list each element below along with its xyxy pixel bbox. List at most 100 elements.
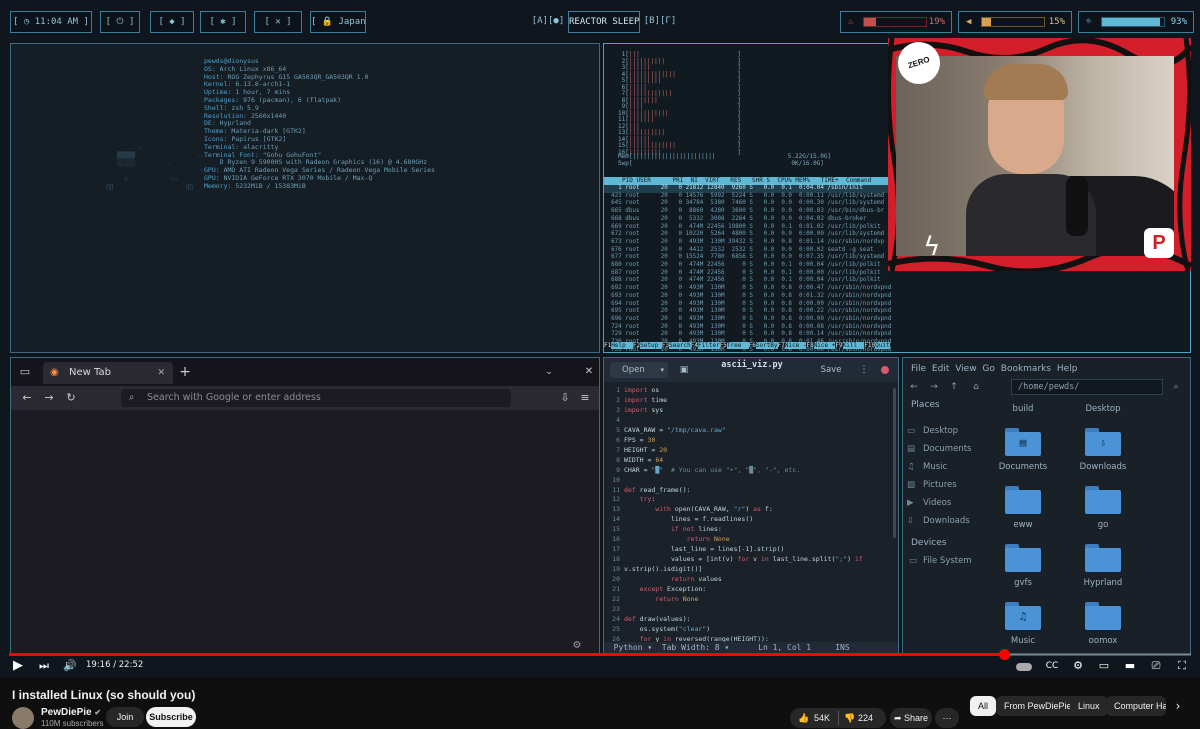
new-document-icon[interactable]: ▣ (676, 362, 692, 378)
code-line[interactable]: import time (624, 396, 896, 406)
firefox-window[interactable]: ▭ ◉ New Tab ✕ + ⌄ ✕ ← → ↻ ⌕ Search with … (10, 357, 600, 655)
gear-icon[interactable]: ⚙ (569, 638, 585, 654)
like-count[interactable]: 54K (814, 708, 830, 728)
code-line[interactable] (624, 476, 896, 486)
chip-1[interactable]: From PewDiePie (996, 696, 1080, 716)
place-item[interactable]: ▶ Videos (903, 494, 981, 512)
device-item[interactable]: ▭ File System (903, 552, 981, 570)
fullscreen-icon[interactable]: ⛶ (1174, 658, 1190, 674)
code-line[interactable]: CHAR = "█" # You can use "•", "█", "-", … (624, 466, 896, 476)
more-actions-button[interactable]: ··· (935, 708, 959, 728)
code-line[interactable]: with open(CAVA_RAW, "r") as f: (624, 505, 896, 515)
up-icon[interactable]: ↑ (947, 379, 961, 395)
tab-overview-icon[interactable]: ▭ (17, 364, 33, 380)
clock-widget[interactable]: [ ◷ 11:04 AM ] (10, 11, 92, 33)
tab-new-tab[interactable]: ◉ New Tab ✕ (43, 362, 173, 384)
process-row[interactable]: 695 root 20 0 493M 130M 0 S 0.0 0.8 0:00… (604, 308, 1190, 316)
code-line[interactable]: values = [int(v) for v in last_line.spli… (624, 555, 896, 565)
chevron-right-icon[interactable]: › (1170, 698, 1186, 714)
code-line[interactable]: if not lines: (624, 525, 896, 535)
home-icon[interactable]: ⌂ (969, 379, 983, 395)
process-row[interactable]: 724 root 20 0 493M 130M 0 S 0.0 0.8 0:00… (604, 324, 1190, 332)
reactor-sleep-button[interactable]: REACTOR SLEEP (568, 11, 640, 33)
wifi-icon[interactable]: [ ◆ ] (150, 11, 194, 33)
back-icon[interactable]: ← (19, 390, 35, 406)
like-icon[interactable]: 👍 (798, 708, 809, 728)
code-line[interactable] (624, 416, 896, 426)
close-window-icon[interactable]: ✕ (581, 364, 597, 380)
volume-icon[interactable]: 🔊 (62, 658, 78, 674)
video-frame[interactable]: [ ◷ 11:04 AM ] [ ⏻ ] [ ◆ ] [ ✱ ] [ ✕ ] [… (0, 0, 1200, 677)
file-manager-menubar[interactable]: File Edit View Go Bookmarks Help (903, 361, 1190, 377)
place-item[interactable]: ⇩ Downloads (903, 512, 981, 530)
place-item[interactable]: ▭ Desktop (903, 422, 981, 440)
theater-icon[interactable]: ▬ (1122, 658, 1138, 674)
join-button[interactable]: Join (106, 707, 144, 727)
kebab-menu-icon[interactable]: ⋮ (856, 362, 872, 378)
place-item[interactable]: ♫ Music (903, 458, 981, 476)
extensions-icon[interactable]: ⇩ (557, 390, 573, 406)
text-editor-window[interactable]: Open ▾ ▣ ascii_viz.py Save ⋮ 1 2 3 4 5 6 7 8 9 10 1… (603, 357, 899, 655)
code-area[interactable]: import os import time import sys CAVA_RAW … (624, 386, 896, 654)
save-button[interactable]: Save (814, 362, 848, 378)
process-row[interactable]: 729 root 20 0 493M 130M 0 S 0.0 0.8 0:00… (604, 331, 1190, 339)
address-bar[interactable]: ⌕ Search with Google or enter address (121, 389, 511, 407)
code-line[interactable]: return None (624, 595, 896, 605)
code-line[interactable]: return None (624, 535, 896, 545)
function-key[interactable]: F10Quit (864, 342, 890, 349)
share-button[interactable]: ➦ Share (890, 708, 932, 728)
code-line[interactable]: import sys (624, 406, 896, 416)
htop-function-keys[interactable]: F1Help F2Setup F3SearchF4FilterF5Tree F6… (604, 342, 1190, 350)
code-line[interactable]: FPS = 30 (624, 436, 896, 446)
place-item[interactable]: ▤ Documents (903, 440, 981, 458)
code-line[interactable]: CAVA_RAW = "/tmp/cava.raw" (624, 426, 896, 436)
forward-icon[interactable]: → (927, 379, 941, 395)
function-key[interactable]: F6SortBy (749, 342, 778, 349)
code-line[interactable]: os.system("clear") (624, 625, 896, 635)
terminal-neofetch[interactable]: . ∴ . ▒▒▒▒▒ .. ░░░░░ .. ∵ ∷ ∵∴ ∏∏ ∏∏ pew… (10, 43, 600, 353)
code-line[interactable]: v.strip().isdigit()] (624, 565, 896, 575)
function-key[interactable]: F8Nice + (806, 342, 836, 349)
process-row[interactable]: 692 root 20 0 493M 130M 0 S 0.0 0.8 0:00… (604, 285, 1190, 293)
code-line[interactable]: import os (624, 386, 896, 396)
editor-scrollbar[interactable] (893, 388, 896, 538)
process-row[interactable]: 694 root 20 0 493M 130M 0 S 0.0 0.8 0:00… (604, 301, 1190, 309)
function-key[interactable]: F1Help (604, 342, 633, 349)
code-line[interactable]: HEIGHT = 20 (624, 446, 896, 456)
code-line[interactable]: except Exception: (624, 585, 896, 595)
volume-meter[interactable]: ◀ 15% (958, 11, 1072, 33)
cast-icon[interactable]: ⎚ (1148, 658, 1164, 674)
dislike-icon[interactable]: 👎 (844, 708, 855, 728)
process-row[interactable]: 693 root 20 0 493M 130M 0 S 0.0 0.8 0:01… (604, 293, 1190, 301)
mic-muted-icon[interactable]: [ ✕ ] (254, 11, 302, 33)
channel-name[interactable]: PewDiePie ✔ (41, 707, 101, 718)
subscribe-button[interactable]: Subscribe (146, 707, 196, 727)
code-line[interactable] (624, 605, 896, 615)
code-line[interactable]: def draw(values): (624, 615, 896, 625)
code-line[interactable]: try: (624, 495, 896, 505)
function-key[interactable]: F3Search (662, 342, 691, 349)
open-button[interactable]: Open ▾ (610, 362, 668, 378)
chip-2[interactable]: Linux (1070, 696, 1108, 716)
code-line[interactable]: def read_frame(): (624, 486, 896, 496)
place-item[interactable]: ▧ Pictures (903, 476, 981, 494)
play-icon[interactable]: ▶ (10, 658, 26, 674)
search-icon[interactable]: ⌕ (1169, 379, 1183, 395)
code-line[interactable]: WIDTH = 64 (624, 456, 896, 466)
process-row[interactable]: 696 root 20 0 493M 130M 0 S 0.0 0.8 0:00… (604, 316, 1190, 324)
location-bar[interactable]: /home/pewds/ (1011, 379, 1163, 395)
code-line[interactable]: last_line = lines[-1].strip() (624, 545, 896, 555)
next-icon[interactable]: ⏭ (36, 658, 52, 674)
forward-icon[interactable]: → (41, 390, 57, 406)
workspace-left[interactable]: [A][●] (530, 11, 566, 33)
file-manager-window[interactable]: File Edit View Go Bookmarks Help ← → ↑ ⌂… (902, 357, 1191, 655)
close-icon[interactable] (881, 366, 889, 374)
power-icon[interactable]: [ ⏻ ] (100, 11, 140, 33)
function-key[interactable]: F9Kill (835, 342, 865, 349)
chevron-down-icon[interactable]: ⌄ (541, 364, 557, 380)
chip-3[interactable]: Computer Ha (1106, 696, 1166, 716)
channel-avatar[interactable] (12, 707, 34, 729)
function-key[interactable]: F5Tree (720, 342, 749, 349)
autoplay-toggle[interactable] (1016, 663, 1032, 671)
back-icon[interactable]: ← (907, 379, 921, 395)
